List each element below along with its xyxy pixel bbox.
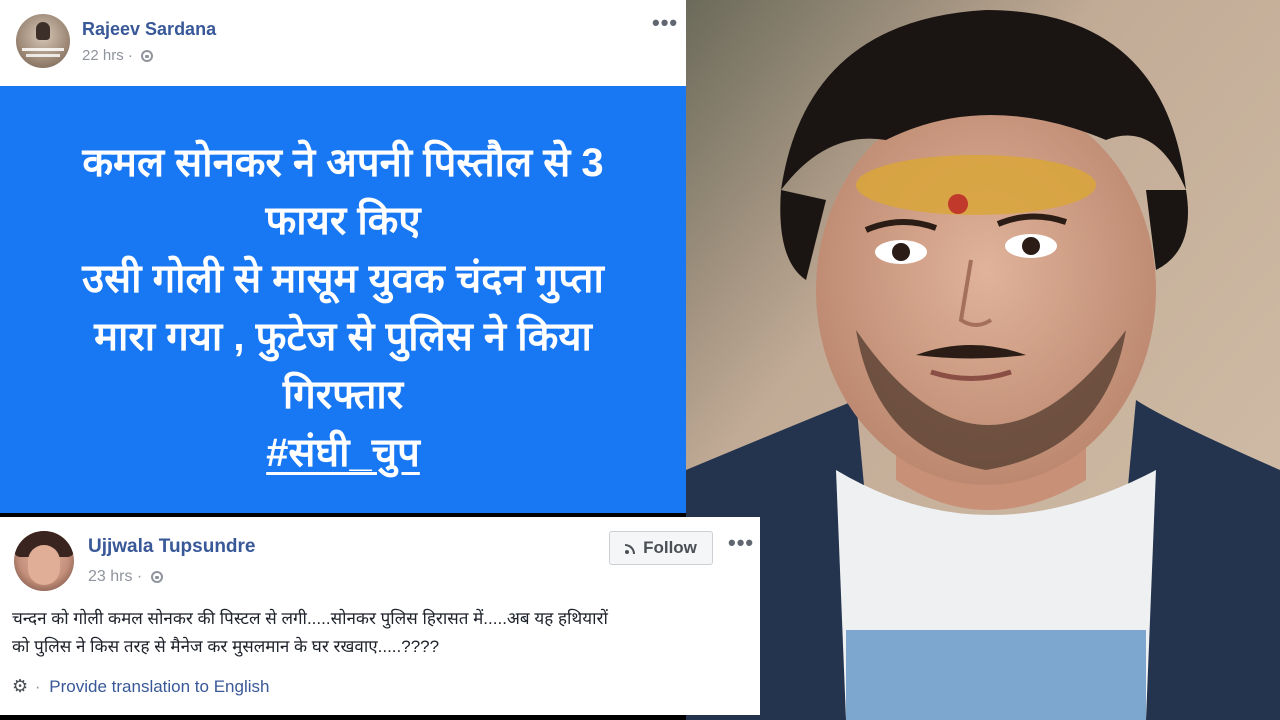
post-line-5: गिरफ्तार	[282, 373, 404, 417]
post-body-line-2: को पुलिस ने किस तरह से मैनेज कर मुसलमान …	[12, 637, 440, 656]
post-line-3: उसी गोली से मासूम युवक चंदन गुप्ता	[82, 257, 604, 301]
globe-icon	[150, 571, 163, 583]
timestamp-text[interactable]: 22 hrs	[82, 47, 124, 64]
post-line-1: कमल सोनकर ने अपनी पिस्तौल से 3	[82, 141, 604, 185]
gear-icon[interactable]: ⚙	[12, 676, 28, 697]
post-line-2: फायर किए	[265, 199, 421, 243]
photo-of-young-man	[686, 0, 1280, 720]
separator: ·	[34, 677, 41, 696]
post-ujjwala-tupsundre: Ujjwala Tupsundre 23 hrs · Follow ••• चन…	[0, 517, 760, 715]
provide-translation-link[interactable]: Provide translation to English	[49, 677, 269, 696]
author-name[interactable]: Rajeev Sardana	[82, 19, 216, 40]
author-name[interactable]: Ujjwala Tupsundre	[88, 536, 256, 558]
post-header: Rajeev Sardana 22 hrs · •••	[0, 0, 686, 86]
separator: ·	[127, 47, 133, 64]
globe-icon	[141, 50, 154, 62]
hashtag-link[interactable]: #संघी_चुप	[0, 424, 686, 482]
separator: ·	[136, 568, 143, 585]
post-timestamp: 23 hrs ·	[88, 568, 163, 586]
follow-label: Follow	[643, 538, 697, 557]
post-body-line-1: चन्दन को गोली कमल सोनकर की पिस्टल से लगी…	[12, 609, 608, 628]
avatar[interactable]	[14, 531, 74, 591]
avatar[interactable]	[16, 14, 70, 68]
rss-icon	[625, 542, 637, 554]
post-line-4: मारा गया , फुटेज से पुलिस ने किया	[94, 315, 592, 359]
post-text: कमल सोनकर ने अपनी पिस्तौल से 3 फायर किए …	[0, 134, 686, 482]
more-options-button[interactable]: •••	[728, 530, 754, 556]
timestamp-text[interactable]: 23 hrs	[88, 568, 132, 585]
translation-row: ⚙ · Provide translation to English	[12, 676, 269, 697]
more-options-button[interactable]: •••	[652, 10, 678, 36]
post-timestamp: 22 hrs ·	[82, 47, 154, 64]
post-rajeev-sardana: Rajeev Sardana 22 hrs · ••• कमल सोनकर ने…	[0, 0, 686, 513]
follow-button[interactable]: Follow	[609, 531, 713, 565]
portrait-illustration	[686, 0, 1280, 720]
post-body: चन्दन को गोली कमल सोनकर की पिस्टल से लगी…	[12, 605, 752, 661]
